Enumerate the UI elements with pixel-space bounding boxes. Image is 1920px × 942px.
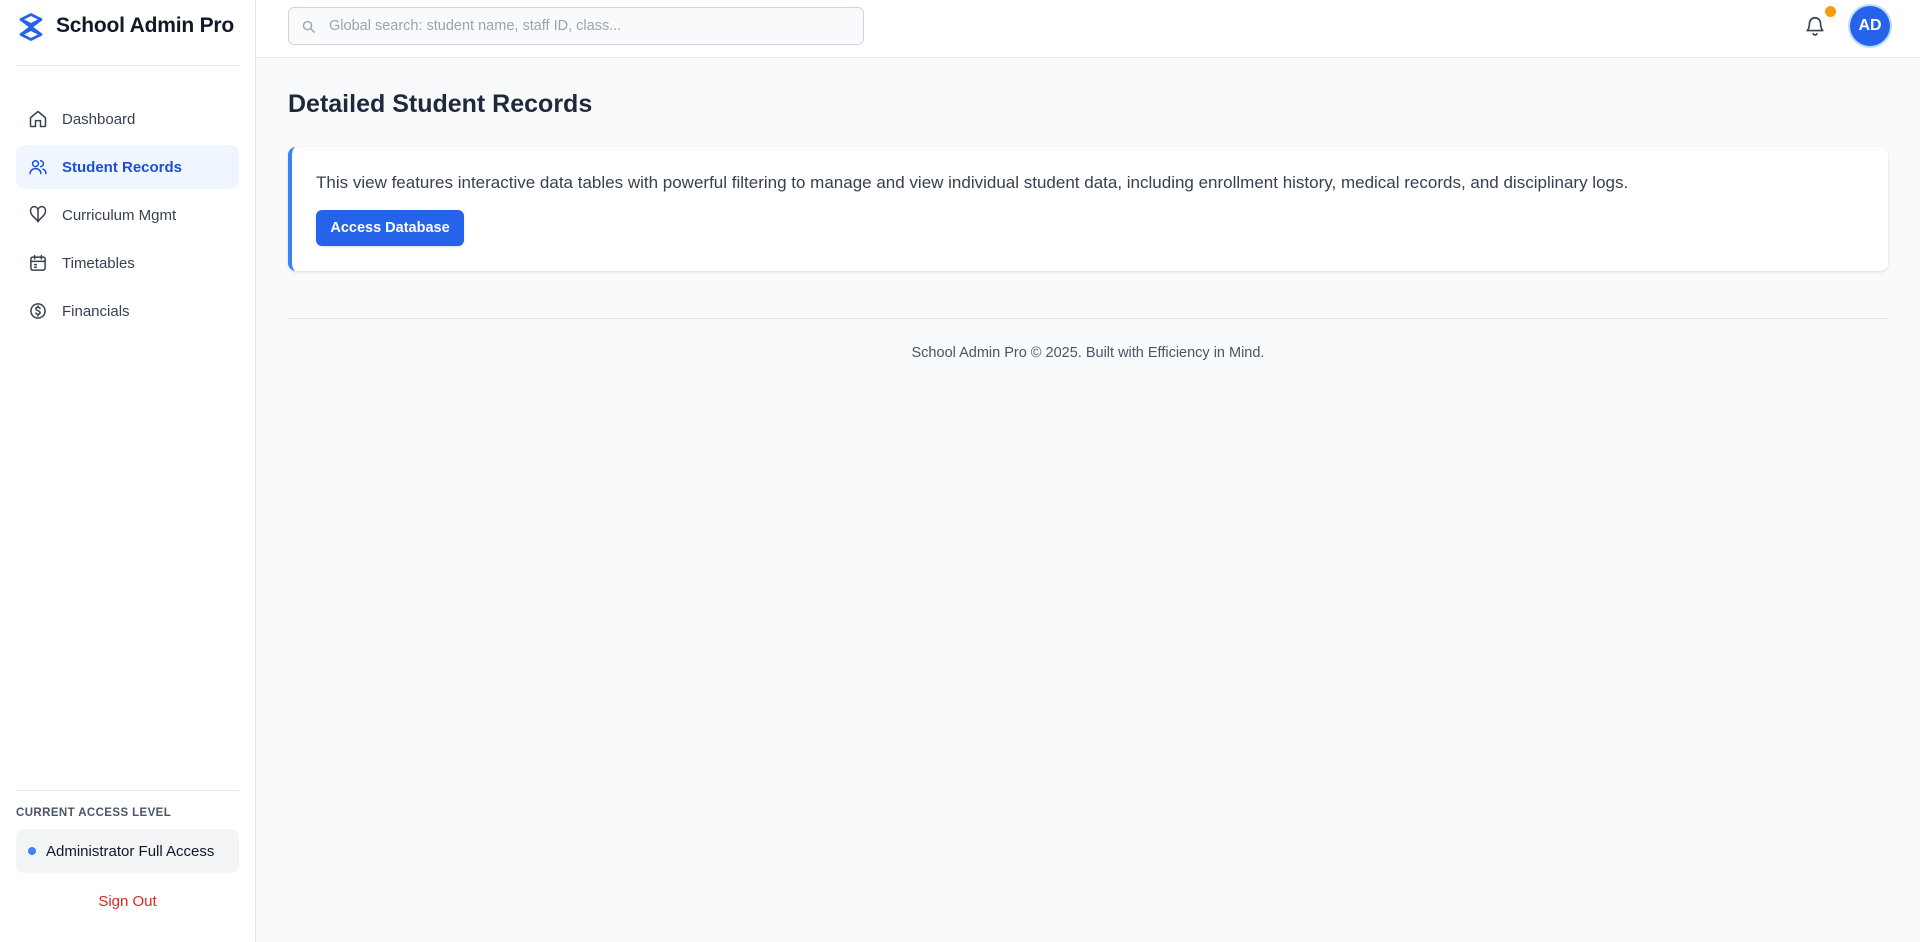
brand[interactable]: School Admin Pro <box>16 10 240 66</box>
coin-icon <box>30 303 46 319</box>
sidebar-item-label: Dashboard <box>62 110 136 128</box>
search-input[interactable] <box>289 8 863 44</box>
home-icon <box>29 110 47 128</box>
book-icon <box>29 205 47 223</box>
bell-icon <box>1806 17 1824 36</box>
sidebar-item-label: Student Records <box>62 158 183 176</box>
top-bar: AD <box>256 0 1920 58</box>
footer-divider <box>288 318 1888 319</box>
brand-name: School Admin Pro <box>56 14 235 37</box>
sidebar-item-student-records[interactable]: Student Records <box>16 145 239 189</box>
footer-text: School Admin Pro © 2025. Built with Effi… <box>911 345 1265 361</box>
access-level-value: Administrator Full Access <box>46 842 215 860</box>
access-database-button[interactable]: Access Database <box>316 210 464 246</box>
info-card: This view features interactive data tabl… <box>288 147 1888 271</box>
users-icon <box>29 160 47 175</box>
sidebar-nav: Dashboard Student Records Curriculum Mgm… <box>16 97 239 337</box>
access-level-label: CURRENT ACCESS LEVEL <box>16 807 172 819</box>
search-icon <box>302 20 315 33</box>
sidebar-item-dashboard[interactable]: Dashboard <box>16 97 239 141</box>
sidebar-item-label: Curriculum Mgmt <box>62 206 177 224</box>
sidebar-item-label: Timetables <box>62 254 135 272</box>
info-card-text: This view features interactive data tabl… <box>316 173 1629 192</box>
sidebar-item-timetables[interactable]: Timetables <box>16 241 239 285</box>
sidebar-item-label: Financials <box>62 302 130 320</box>
sign-out-link[interactable]: Sign Out <box>16 893 239 910</box>
sidebar-item-financials[interactable]: Financials <box>16 289 239 333</box>
calendar-icon <box>30 254 46 271</box>
access-level-badge: Administrator Full Access <box>16 829 239 873</box>
access-level-panel: CURRENT ACCESS LEVEL Administrator Full … <box>16 790 239 910</box>
global-search <box>288 7 864 45</box>
notifications-button[interactable] <box>1804 6 1836 38</box>
logo-icon <box>19 13 43 41</box>
sidebar: School Admin Pro Dashboard Student Recor… <box>0 0 256 942</box>
sidebar-item-curriculum[interactable]: Curriculum Mgmt <box>16 193 239 237</box>
status-dot-icon <box>28 847 36 855</box>
avatar[interactable]: AD <box>1850 6 1890 46</box>
app-root: School Admin Pro Dashboard Student Recor… <box>0 0 1920 942</box>
page-title: Detailed Student Records <box>288 90 593 118</box>
notification-dot-icon <box>1825 6 1836 17</box>
